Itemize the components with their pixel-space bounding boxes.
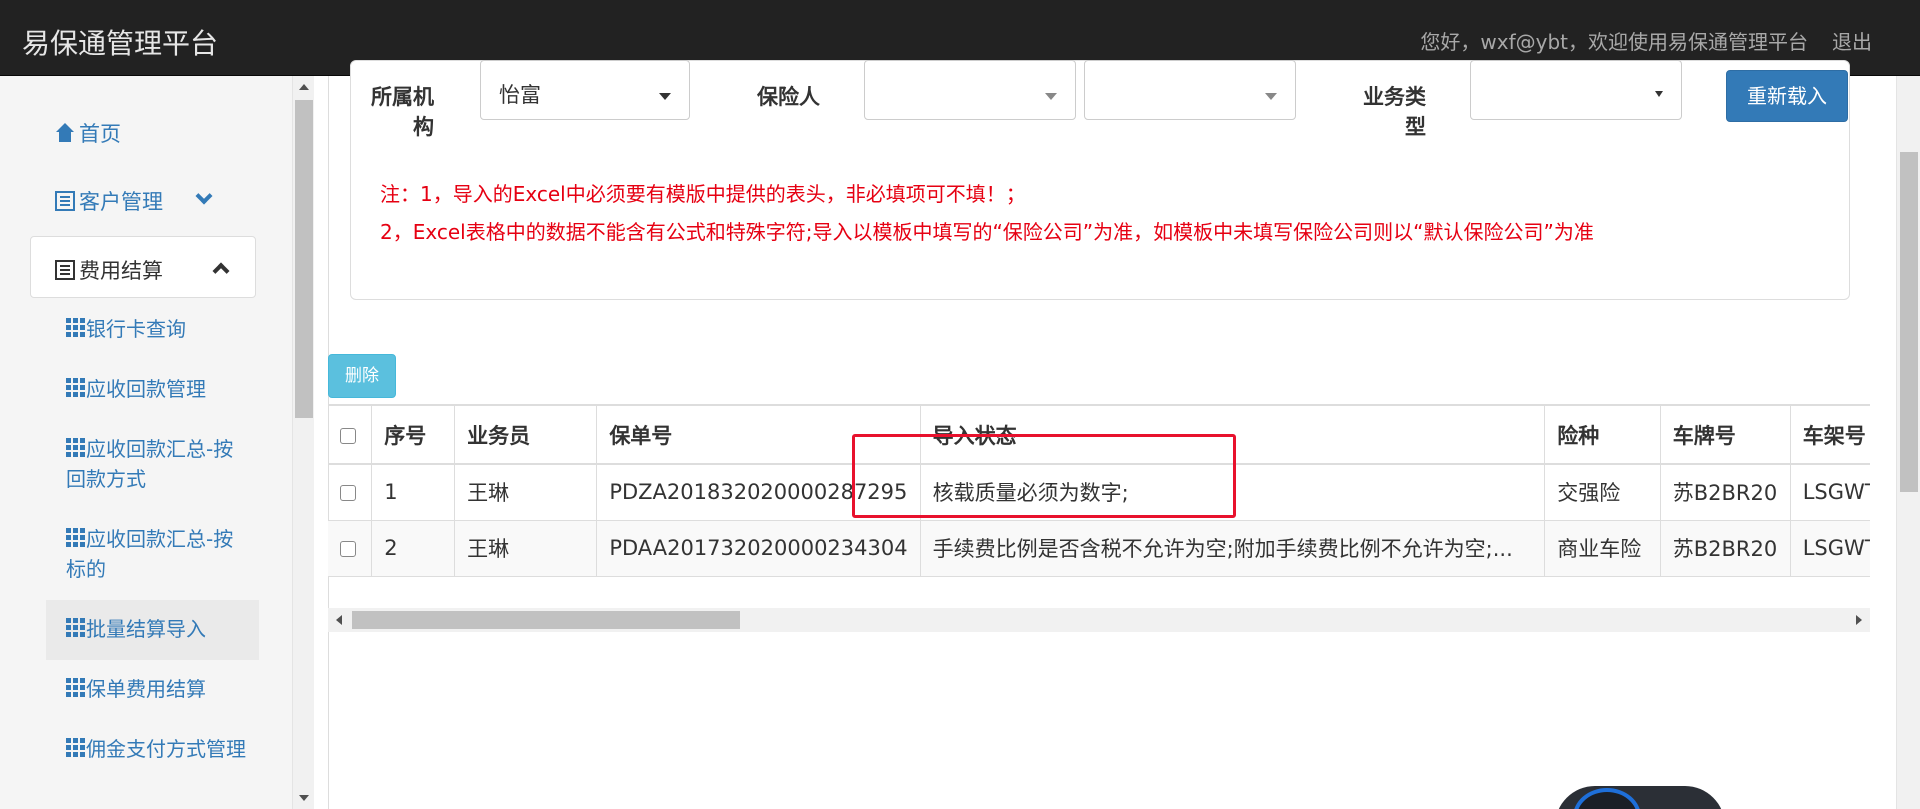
sidebar-subitem-commission-method[interactable]: 佣金支付方式管理 <box>66 734 246 764</box>
caret-down-icon <box>1045 93 1057 100</box>
list-icon <box>55 260 75 280</box>
sidebar-subitem-bank-card[interactable]: 银行卡查询 <box>66 314 256 344</box>
floating-widget[interactable] <box>1555 786 1725 809</box>
sidebar-item-label: 客户管理 <box>79 190 163 214</box>
scrollbar-thumb[interactable] <box>1900 152 1918 492</box>
chevron-up-icon <box>212 262 230 280</box>
column-header[interactable]: 业务员 <box>454 406 598 465</box>
sidebar-subitem-batch-import[interactable]: 批量结算导入 <box>46 600 259 660</box>
grid-icon <box>66 618 86 638</box>
page-scrollbar[interactable] <box>1896 76 1920 809</box>
table-cell: 交强险 <box>1544 464 1661 521</box>
scroll-left-icon[interactable] <box>336 615 342 625</box>
row-select-cell <box>328 464 373 521</box>
sidebar: 首页 客户管理 费用结算 银行卡查询 应收回款管理 应收回款汇总-按回款方式 应… <box>0 76 292 809</box>
insurer-label: 保险人 <box>757 85 820 109</box>
sidebar-subitem-summary-by-target[interactable]: 应收回款汇总-按标的 <box>66 524 246 584</box>
table-cell: 1 <box>371 464 456 521</box>
column-header[interactable]: 险种 <box>1544 406 1661 465</box>
list-icon <box>55 191 75 211</box>
table-row[interactable]: 2 王琳 PDAA201732020000234304 手续费比例是否含税不允许… <box>328 520 1870 577</box>
sidebar-subitem-receivable[interactable]: 应收回款管理 <box>66 374 256 404</box>
grid-icon <box>66 528 86 548</box>
grid-icon <box>66 678 86 698</box>
scroll-right-icon[interactable] <box>1856 615 1862 625</box>
row-checkbox[interactable] <box>340 485 356 502</box>
grid-icon <box>66 738 86 758</box>
column-header[interactable]: 车架号 <box>1790 406 1870 465</box>
caret-down-icon <box>1655 91 1663 97</box>
highlight-annotation-box <box>852 434 1236 518</box>
caret-down-icon <box>659 93 671 100</box>
column-header[interactable]: 车牌号 <box>1660 406 1791 465</box>
table-cell: LSGWT5 <box>1790 520 1870 577</box>
table-cell: 苏B2BR20 <box>1660 464 1791 521</box>
table-cell: 王琳 <box>454 464 598 521</box>
scrollbar-thumb[interactable] <box>352 611 740 629</box>
sidebar-scrollbar[interactable] <box>292 76 314 809</box>
table-cell: 手续费比例是否含税不允许为空;附加手续费比例不允许为空;... <box>920 520 1546 577</box>
biz-type-select[interactable] <box>1470 60 1682 120</box>
table-cell: PDAA201732020000234304 <box>596 520 921 577</box>
org-label: 所属机构 <box>371 85 434 139</box>
sidebar-item-label: 首页 <box>79 122 121 146</box>
sidebar-item-fee[interactable]: 费用结算 <box>30 236 256 298</box>
grid-icon <box>66 318 86 338</box>
sidebar-subitem-policy-fee[interactable]: 保单费用结算 <box>66 674 256 704</box>
caret-down-icon <box>1265 93 1277 100</box>
table-cell: 商业车险 <box>1544 520 1661 577</box>
sidebar-item-customer[interactable]: 客户管理 <box>55 186 235 216</box>
table-cell: LSGWT5 <box>1790 464 1870 521</box>
biz-type-label: 业务类型 <box>1363 85 1426 139</box>
grid-icon <box>66 438 86 458</box>
scroll-up-icon[interactable] <box>299 84 309 90</box>
reload-button[interactable]: 重新载入 <box>1726 70 1848 122</box>
scrollbar-thumb[interactable] <box>295 100 313 418</box>
grid-icon <box>66 378 86 398</box>
table-horizontal-scrollbar[interactable] <box>328 608 1870 632</box>
home-icon <box>55 123 75 143</box>
import-note-line-2: 2，Excel表格中的数据不能含有公式和特殊字符;导入以模板中填写的“保险公司”… <box>380 220 1594 244</box>
select-all-checkbox[interactable] <box>340 427 356 444</box>
import-note-line-1: 注：1，导入的Excel中必须要有模版中提供的表头，非必填项可不填！； <box>380 182 1026 206</box>
delete-button[interactable]: 删除 <box>328 354 396 398</box>
user-greeting: 您好，wxf@ybt，欢迎使用易保通管理平台 <box>1420 30 1808 54</box>
table-cell: 王琳 <box>454 520 598 577</box>
sidebar-item-label: 费用结算 <box>79 259 163 283</box>
column-header[interactable]: 序号 <box>371 406 456 465</box>
row-checkbox[interactable] <box>340 541 356 557</box>
select-all-cell <box>328 406 373 465</box>
sidebar-item-home[interactable]: 首页 <box>55 118 280 148</box>
brand-title[interactable]: 易保通管理平台 <box>22 22 218 62</box>
insurer-sub-select[interactable] <box>1084 60 1296 120</box>
row-select-cell <box>328 520 373 577</box>
org-select[interactable]: 怡富 <box>480 60 690 120</box>
table-cell: 苏B2BR20 <box>1660 520 1791 577</box>
org-select-value: 怡富 <box>499 83 541 107</box>
insurer-select[interactable] <box>864 60 1076 120</box>
sidebar-subitem-summary-by-method[interactable]: 应收回款汇总-按回款方式 <box>66 434 246 494</box>
table-cell: 2 <box>371 520 456 577</box>
chevron-down-icon <box>195 187 213 205</box>
scroll-down-icon[interactable] <box>299 795 309 801</box>
logout-link[interactable]: 退出 <box>1832 26 1872 55</box>
